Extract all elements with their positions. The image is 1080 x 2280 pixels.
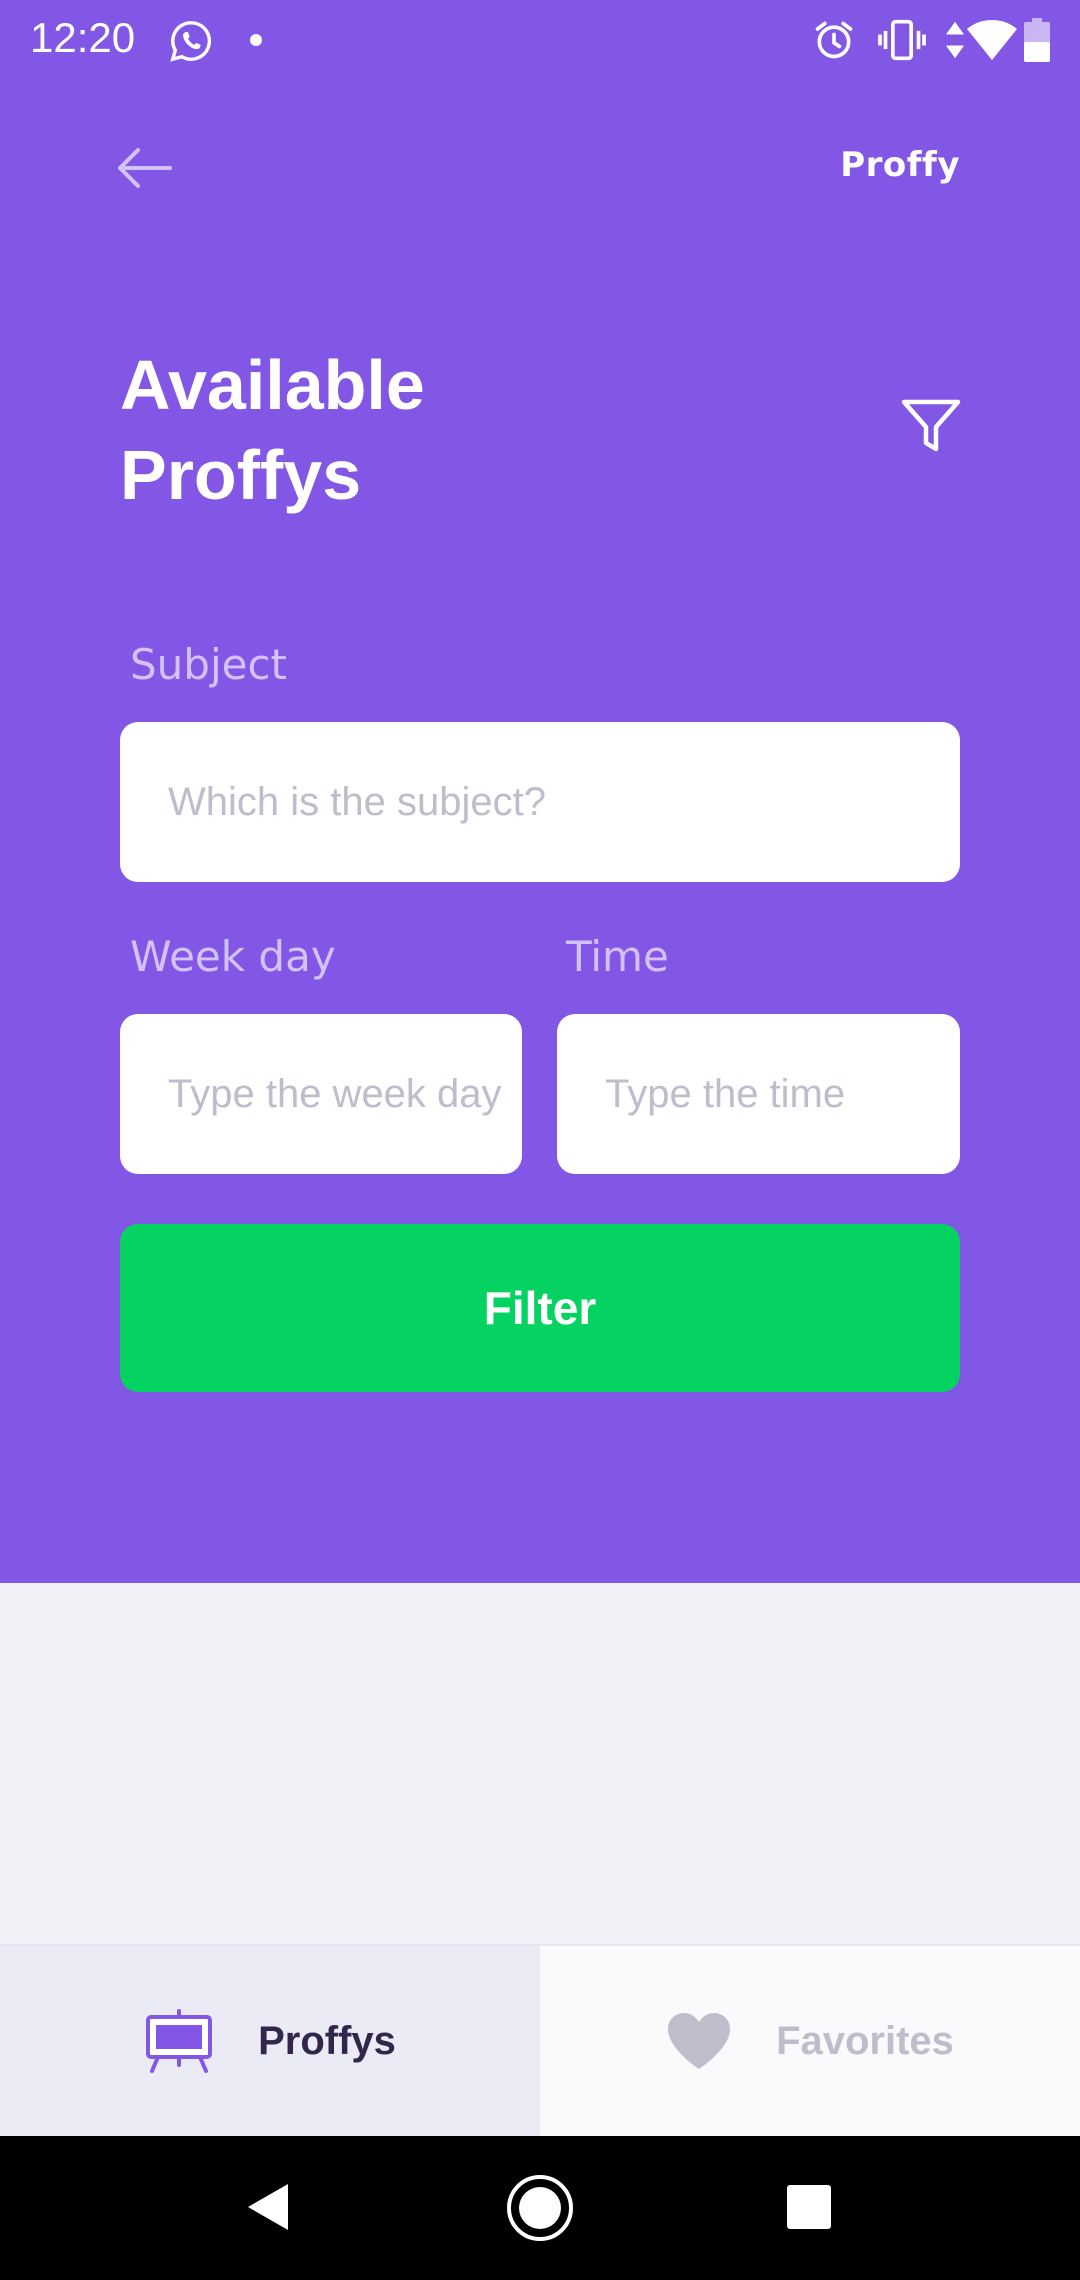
arrow-left-icon <box>118 148 172 188</box>
recents-square-icon[interactable] <box>786 2184 832 2230</box>
subject-label: Subject <box>130 640 288 689</box>
back-triangle-icon[interactable] <box>246 2182 290 2232</box>
weekday-label: Week day <box>130 932 336 981</box>
tab-label: Proffys <box>258 2018 396 2063</box>
data-arrows-icon <box>945 21 965 59</box>
status-bar: 12:20 <box>0 0 1080 80</box>
whatsapp-icon <box>170 21 212 62</box>
tab-favorites[interactable]: Favorites <box>540 1946 1080 2136</box>
filter-button[interactable]: Filter <box>120 1224 960 1392</box>
battery-icon <box>1024 18 1050 62</box>
vibrate-icon <box>878 19 926 61</box>
wifi-icon <box>967 20 1017 60</box>
time-label: Time <box>566 932 669 981</box>
status-time: 12:20 <box>30 14 136 61</box>
subject-input[interactable] <box>120 722 960 882</box>
page-title: Available Proffys <box>120 346 425 514</box>
notification-dot-icon <box>250 34 262 46</box>
proffy-logo: Proffy <box>840 145 960 185</box>
alarm-icon <box>815 21 853 59</box>
tab-proffys[interactable]: Proffys <box>0 1946 540 2136</box>
time-input[interactable] <box>557 1014 960 1174</box>
tab-label: Favorites <box>776 2018 954 2063</box>
weekday-input[interactable] <box>120 1014 522 1174</box>
back-button[interactable] <box>112 140 184 196</box>
home-circle-icon[interactable] <box>506 2174 574 2242</box>
heart-icon <box>668 2013 731 2069</box>
easel-icon <box>146 2009 213 2073</box>
filter-icon[interactable] <box>900 398 962 456</box>
system-nav-bar <box>0 2136 1080 2280</box>
bottom-tab-bar: Proffys Favorites <box>0 1944 1080 2136</box>
